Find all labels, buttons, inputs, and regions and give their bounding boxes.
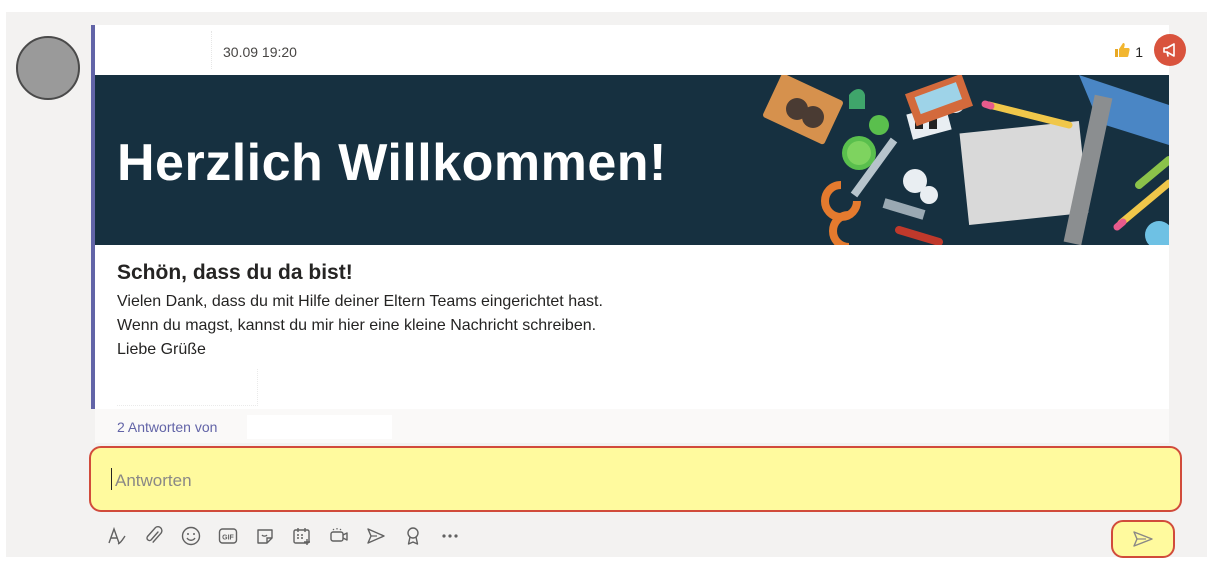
replies-row: 2 Antworten von [91,409,1169,443]
attach-icon[interactable] [143,525,165,547]
announcement-icon [1154,34,1186,66]
message-heading: Schön, dass du da bist! [117,261,353,284]
praise-icon[interactable] [402,525,424,547]
format-icon[interactable] [106,525,128,547]
thumbs-up-icon [1113,41,1131,62]
message-timestamp: 30.09 19:20 [223,44,297,60]
welcome-banner: Herzlich Willkommen! [95,75,1169,245]
more-options-icon[interactable] [439,525,461,547]
emoji-icon[interactable] [180,525,202,547]
signature-redacted [117,369,258,406]
author-name-redacted [111,31,212,69]
text-cursor [111,468,112,490]
message-line: Liebe Grüße [117,341,206,358]
message-body: Schön, dass du da bist! Vielen Dank, das… [117,261,603,362]
svg-text:GIF: GIF [222,535,234,542]
school-supplies-illustration [763,75,1169,245]
gif-icon[interactable]: GIF [217,525,239,547]
message-header: 30.09 19:20 1 [95,25,1169,75]
compose-toolbar: GIF [106,522,476,550]
banner-title: Herzlich Willkommen! [117,134,667,192]
message-line: Wenn du magst, kannst du mir hier eine k… [117,317,597,334]
reply-box[interactable] [89,446,1182,512]
stream-icon[interactable] [365,525,387,547]
message-card: 30.09 19:20 1 Herzlich Willkommen! Schön… [91,25,1169,409]
reply-authors-redacted [247,415,392,439]
sticker-icon[interactable] [254,525,276,547]
message-line: Vielen Dank, dass du mit Hilfe deiner El… [117,293,603,310]
reply-input[interactable] [113,470,1117,492]
avatar[interactable] [16,36,80,100]
meet-now-icon[interactable] [328,525,350,547]
schedule-meeting-icon[interactable] [291,525,313,547]
replies-link[interactable]: 2 Antworten von [117,419,217,435]
reaction-summary[interactable]: 1 [1113,41,1143,62]
send-button[interactable] [1111,520,1175,558]
reaction-count: 1 [1135,43,1143,60]
send-icon [1133,531,1153,547]
